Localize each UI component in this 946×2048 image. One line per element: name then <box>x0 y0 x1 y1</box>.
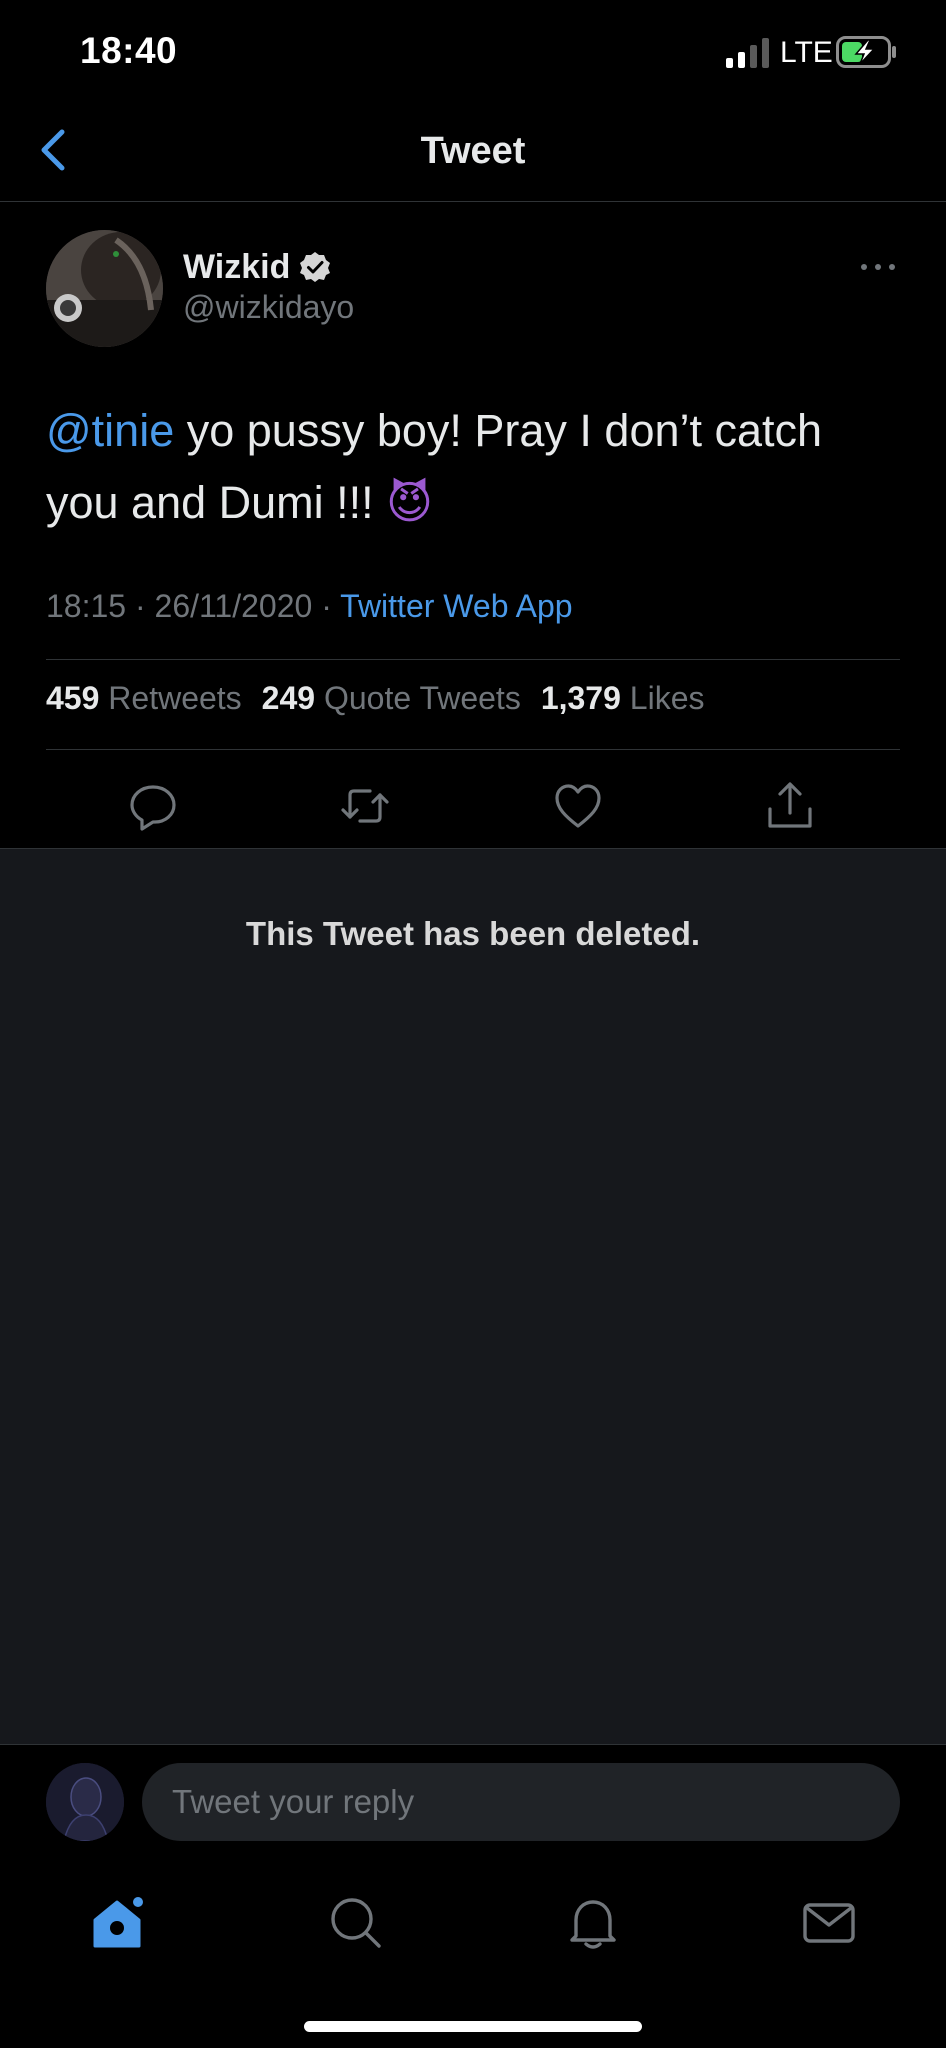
verified-icon <box>300 252 331 282</box>
author-name-row[interactable]: Wizkid <box>183 245 331 289</box>
page-title: Tweet <box>420 130 526 172</box>
cellular-signal-icon <box>726 38 769 68</box>
navigation-bar: Tweet <box>0 100 946 202</box>
author-avatar[interactable] <box>46 230 163 347</box>
messages-icon[interactable] <box>800 1894 858 1952</box>
deleted-tweet-message: This Tweet has been deleted. <box>245 915 701 952</box>
quote-tweets-label: Quote Tweets <box>323 680 521 716</box>
tweet-timestamp: 18:15 · 26/11/2020 · <box>46 588 341 624</box>
tweet-source-link[interactable]: Twitter Web App <box>340 588 572 624</box>
retweets-count: 459 <box>46 680 100 716</box>
author-name: Wizkid <box>183 247 291 286</box>
like-icon[interactable] <box>551 779 605 833</box>
user-avatar[interactable] <box>46 1763 124 1841</box>
reply-input[interactable] <box>142 1763 900 1841</box>
more-icon[interactable] <box>858 255 898 279</box>
tweet-meta: 18:15 · 26/11/2020 · Twitter Web App <box>46 588 573 625</box>
reply-icon[interactable] <box>126 779 180 833</box>
tweet-actions <box>0 769 946 845</box>
quote-tweets-stat[interactable]: 249 Quote Tweets <box>262 680 521 717</box>
home-indicator <box>304 2021 642 2032</box>
share-icon[interactable] <box>763 779 817 833</box>
tab-bar <box>0 1864 946 2048</box>
likes-label: Likes <box>629 680 705 716</box>
home-icon[interactable] <box>90 1894 148 1952</box>
notifications-icon[interactable] <box>564 1894 622 1952</box>
mention-link[interactable]: @tinie <box>46 405 174 456</box>
author-handle[interactable]: @wizkidayo <box>183 289 354 326</box>
avatar-image <box>46 230 163 347</box>
status-bar: 18:40 LTE <box>0 0 946 100</box>
reply-bar <box>0 1744 946 1864</box>
battery-charging-icon <box>836 36 896 68</box>
divider <box>46 749 900 750</box>
user-avatar-image <box>46 1763 124 1841</box>
tweet-detail-screen: 18:40 LTE Tweet Wizkid @wizkidayo @tinie… <box>0 0 946 2048</box>
search-icon[interactable] <box>327 1894 385 1952</box>
tweet-stats: 459 Retweets 249 Quote Tweets 1,379 Like… <box>46 680 724 717</box>
divider <box>46 659 900 660</box>
retweets-label: Retweets <box>108 680 242 716</box>
tweet-text: @tinie yo pussy boy! Pray I don’t catch … <box>46 395 906 539</box>
retweet-icon[interactable] <box>338 779 392 833</box>
tweet: Wizkid @wizkidayo @tinie yo pussy boy! P… <box>0 203 946 848</box>
network-type: LTE <box>780 36 833 69</box>
likes-stat[interactable]: 1,379 Likes <box>541 680 705 717</box>
retweets-stat[interactable]: 459 Retweets <box>46 680 242 717</box>
quote-tweets-count: 249 <box>261 680 316 716</box>
status-time: 18:40 <box>80 30 178 71</box>
likes-count: 1,379 <box>540 680 621 716</box>
devil-emoji: 😈 <box>386 476 434 529</box>
deleted-tweet-panel: This Tweet has been deleted. <box>0 848 946 1744</box>
